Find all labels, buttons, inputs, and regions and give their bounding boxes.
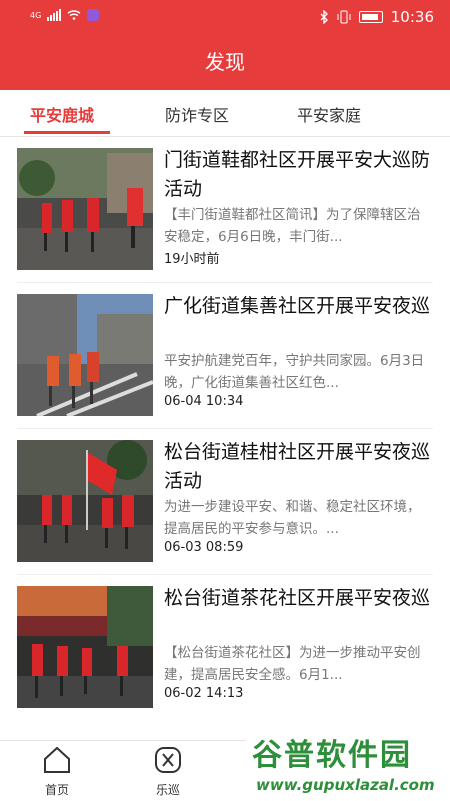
- carrier-label: 4G: [30, 10, 42, 20]
- news-summary: 为进一步建设平安、和谐、稳定社区环境，提高居民的平安参与意识。...: [164, 499, 421, 537]
- watermark-text: 谷普软件园: [252, 738, 412, 773]
- tabbar-patrol[interactable]: 乐巡: [128, 745, 208, 798]
- news-thumbnail: [17, 148, 153, 270]
- news-item[interactable]: 松台街道茶花社区开展平安夜巡 【松台街道茶花社区】为进一步推动平安创建，提高居民…: [0, 574, 450, 720]
- category-tabs: 平安鹿城 防诈专区 平安家庭: [0, 90, 450, 137]
- battery-icon: [358, 11, 383, 23]
- clock: 10:36: [390, 8, 434, 26]
- tabbar-home-label: 首页: [44, 783, 69, 797]
- news-summary: 【丰门街道鞋都社区简讯】为了保障辖区治安稳定，6月6日晚，丰门街...: [164, 207, 421, 245]
- page-title: 发现: [205, 50, 245, 74]
- watermark: 谷普软件园 www.gupuxlazal.com: [246, 726, 450, 800]
- news-thumbnail: [17, 294, 153, 416]
- news-item[interactable]: 门街道鞋都社区开展平安大巡防活动 【丰门街道鞋都社区简讯】为了保障辖区治安稳定，…: [0, 136, 450, 282]
- tools-icon: [155, 747, 181, 773]
- tab-safe-family[interactable]: 平安家庭: [297, 102, 361, 126]
- home-icon: [44, 746, 70, 773]
- signal-icon: [47, 9, 62, 21]
- news-title: 松台街道桂柑社区开展平安夜巡活动: [164, 441, 431, 492]
- watermark-url: www.gupuxlazal.com: [256, 776, 435, 794]
- tab-fraud-prevention[interactable]: 防诈专区: [165, 102, 229, 126]
- news-time: 06-02 14:13: [164, 686, 244, 701]
- news-time: 06-04 10:34: [164, 394, 244, 409]
- tab-pingan-lucheng[interactable]: 平安鹿城: [30, 102, 94, 126]
- vibrate-icon: [337, 10, 351, 24]
- news-summary: 平安护航建党百年，守护共同家园。6月3日晚，广化街道集善社区红色...: [164, 353, 425, 391]
- tabbar-patrol-label: 乐巡: [155, 783, 180, 797]
- news-item[interactable]: 广化街道集善社区开展平安夜巡 平安护航建党百年，守护共同家园。6月3日晚，广化街…: [0, 282, 450, 428]
- news-title: 广化街道集善社区开展平安夜巡: [164, 295, 431, 317]
- app-header: 发现: [0, 34, 450, 90]
- news-title: 门街道鞋都社区开展平安大巡防活动: [164, 149, 431, 200]
- news-title: 松台街道茶花社区开展平安夜巡: [164, 587, 431, 609]
- notification-app-icon: [87, 9, 100, 21]
- active-tab-indicator: [24, 131, 110, 134]
- status-bar: 4G 10:36: [0, 0, 450, 34]
- news-thumbnail: [17, 440, 153, 562]
- tabbar-home[interactable]: 首页: [17, 745, 97, 798]
- news-summary: 【松台街道茶花社区】为进一步推动平安创建，提高居民安全感。6月1...: [164, 645, 421, 683]
- news-time: 19小时前: [164, 252, 220, 267]
- news-time: 06-03 08:59: [164, 540, 244, 555]
- news-item[interactable]: 松台街道桂柑社区开展平安夜巡活动 为进一步建设平安、和谐、稳定社区环境，提高居民…: [0, 428, 450, 574]
- bluetooth-icon: [320, 10, 328, 24]
- news-thumbnail: [17, 586, 153, 708]
- wifi-icon: [67, 10, 81, 20]
